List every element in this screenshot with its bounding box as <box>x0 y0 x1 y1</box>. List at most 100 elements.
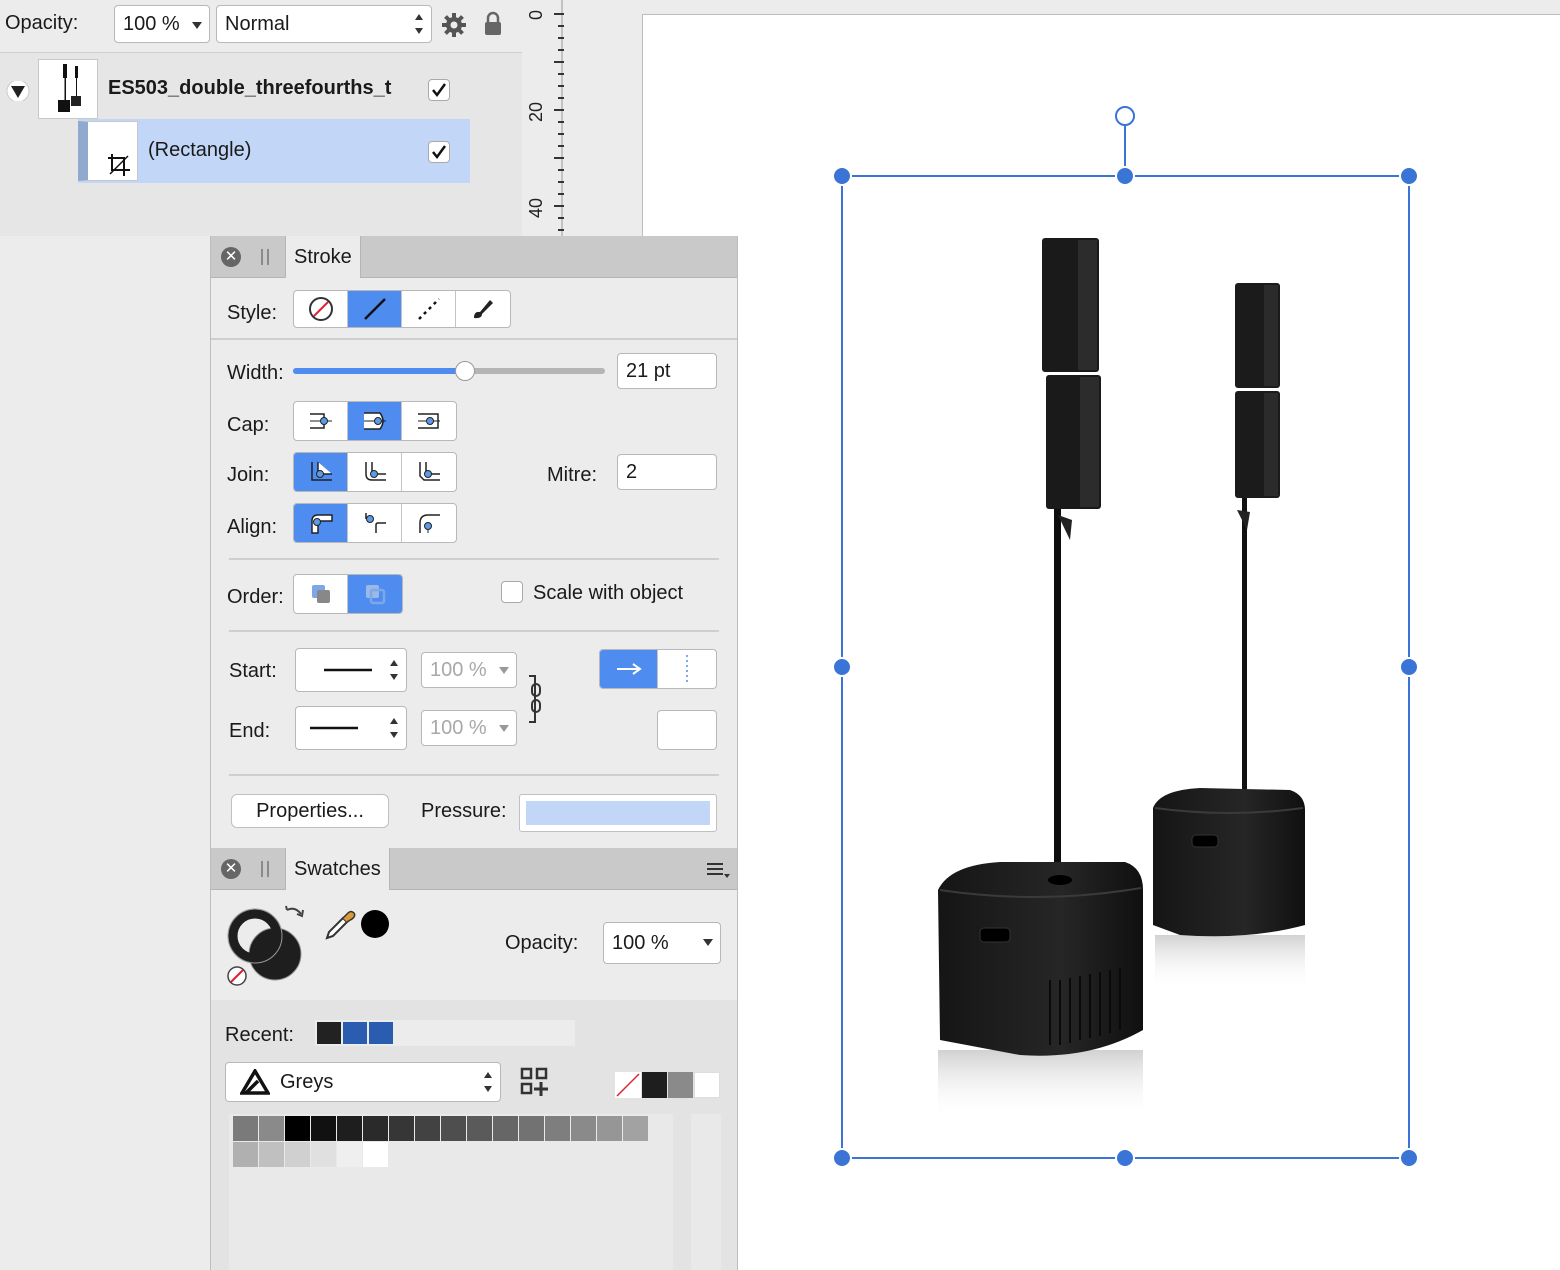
cap-square-button[interactable] <box>402 402 456 440</box>
close-panel-icon[interactable]: ✕ <box>221 247 241 267</box>
arrow-beyond-button[interactable] <box>600 650 658 688</box>
quick-swatch[interactable] <box>694 1072 720 1098</box>
palette-swatch[interactable] <box>285 1142 310 1167</box>
style-dashed-button[interactable] <box>402 291 456 327</box>
width-slider-knob[interactable] <box>454 361 475 381</box>
palette-swatch[interactable] <box>363 1142 388 1167</box>
start-arrowhead-select[interactable] <box>295 648 407 692</box>
palette-swatch[interactable] <box>467 1116 492 1141</box>
palette-select[interactable]: Greys <box>225 1062 501 1102</box>
palette-swatch[interactable] <box>415 1116 440 1141</box>
resize-handle-bottom[interactable] <box>1115 1148 1135 1168</box>
recent-swatch[interactable] <box>317 1022 341 1044</box>
resize-handle-right[interactable] <box>1399 657 1419 677</box>
join-round-button[interactable] <box>348 453 402 491</box>
rotation-handle[interactable] <box>1115 106 1135 126</box>
opacity-dropdown[interactable]: 100 % <box>114 5 210 43</box>
width-slider[interactable] <box>293 361 605 381</box>
separator <box>211 338 737 340</box>
mitre-input[interactable]: 2 <box>617 454 717 490</box>
link-chain-icon[interactable] <box>527 674 545 724</box>
palette-swatch[interactable] <box>597 1116 622 1141</box>
swatch-opacity-value: 100 % <box>612 931 669 954</box>
style-solid-button[interactable] <box>348 291 402 327</box>
align-outside-button[interactable] <box>402 504 456 542</box>
end-scale-value: 100 % <box>430 716 487 739</box>
start-scale-dropdown[interactable]: 100 % <box>421 652 517 688</box>
recent-swatch[interactable] <box>369 1022 393 1044</box>
palette-swatch[interactable] <box>259 1142 284 1167</box>
palette-swatch[interactable] <box>337 1142 362 1167</box>
palette-scrollbar[interactable] <box>691 1114 721 1270</box>
cap-butt-button[interactable] <box>294 402 348 440</box>
palette-swatch[interactable] <box>233 1142 258 1167</box>
close-panel-icon[interactable]: ✕ <box>221 859 241 879</box>
palette-swatch[interactable] <box>285 1116 310 1141</box>
resize-handle-bottom-right[interactable] <box>1399 1148 1419 1168</box>
pressure-curve-fill <box>526 801 710 825</box>
palette-swatch[interactable] <box>389 1116 414 1141</box>
resize-handle-top[interactable] <box>1115 166 1135 186</box>
gear-icon[interactable] <box>440 11 468 39</box>
order-stroke-behind-button[interactable] <box>294 575 348 613</box>
drag-grip-icon[interactable] <box>261 861 269 877</box>
palette-swatch[interactable] <box>259 1116 284 1141</box>
end-scale-dropdown[interactable]: 100 % <box>421 710 517 746</box>
layer-row-image[interactable]: ES503_double_threefourths_t <box>0 55 490 119</box>
panel-menu-icon[interactable] <box>705 862 731 880</box>
document-page[interactable] <box>642 14 1560 1270</box>
resize-handle-left[interactable] <box>832 657 852 677</box>
resize-handle-bottom-left[interactable] <box>832 1148 852 1168</box>
blend-mode-select[interactable]: Normal <box>216 5 432 43</box>
quick-swatch[interactable] <box>642 1072 667 1098</box>
chevron-down-icon <box>192 22 202 29</box>
properties-button[interactable]: Properties... <box>231 794 389 828</box>
palette-swatch[interactable] <box>571 1116 596 1141</box>
layer-visibility-checkbox[interactable] <box>428 79 450 101</box>
align-center-button[interactable] <box>294 504 348 542</box>
join-mitre-button[interactable] <box>294 453 348 491</box>
add-swatch-icon[interactable] <box>519 1066 551 1098</box>
arrow-option-box[interactable] <box>657 710 717 750</box>
end-arrowhead-select[interactable] <box>295 706 407 750</box>
palette-swatch[interactable] <box>311 1142 336 1167</box>
palette-swatch[interactable] <box>233 1116 258 1141</box>
swap-colors-icon[interactable] <box>283 904 307 928</box>
layer-visibility-checkbox[interactable] <box>428 141 450 163</box>
palette-swatch[interactable] <box>493 1116 518 1141</box>
palette-swatch[interactable] <box>337 1116 362 1141</box>
resize-handle-top-right[interactable] <box>1399 166 1419 186</box>
drag-grip-icon[interactable] <box>261 249 269 265</box>
width-input[interactable]: 21 pt <box>617 353 717 389</box>
tab-swatches[interactable]: Swatches <box>285 848 390 890</box>
align-inside-button[interactable] <box>348 504 402 542</box>
lock-icon[interactable] <box>482 10 504 38</box>
order-stroke-front-button[interactable] <box>348 575 402 613</box>
palette-swatch[interactable] <box>441 1116 466 1141</box>
artwork <box>832 106 1419 1168</box>
layer-row-rectangle[interactable]: (Rectangle) <box>0 119 470 183</box>
scale-with-object-checkbox[interactable] <box>501 581 523 603</box>
palette-swatch[interactable] <box>311 1116 336 1141</box>
cap-round-button[interactable] <box>348 402 402 440</box>
palette-swatch[interactable] <box>545 1116 570 1141</box>
pressure-curve-field[interactable] <box>519 794 717 832</box>
palette-swatch[interactable] <box>623 1116 648 1141</box>
palette-swatch[interactable] <box>363 1116 388 1141</box>
disclosure-triangle-icon[interactable] <box>6 81 30 101</box>
quick-swatch[interactable] <box>668 1072 693 1098</box>
stepper-arrows-icon <box>415 14 423 34</box>
style-brush-button[interactable] <box>456 291 510 327</box>
picked-color-well[interactable] <box>361 910 389 938</box>
palette-swatch[interactable] <box>519 1116 544 1141</box>
width-label: Width: <box>227 362 284 384</box>
swatch-opacity-dropdown[interactable]: 100 % <box>603 922 721 964</box>
join-bevel-button[interactable] <box>402 453 456 491</box>
no-color-swatch[interactable] <box>615 1072 641 1098</box>
style-none-button[interactable] <box>294 291 348 327</box>
recent-swatch[interactable] <box>343 1022 367 1044</box>
resize-handle-top-left[interactable] <box>832 166 852 186</box>
eyedropper-icon[interactable] <box>323 908 357 942</box>
tab-stroke[interactable]: Stroke <box>285 236 361 278</box>
arrow-at-end-button[interactable] <box>658 650 716 688</box>
